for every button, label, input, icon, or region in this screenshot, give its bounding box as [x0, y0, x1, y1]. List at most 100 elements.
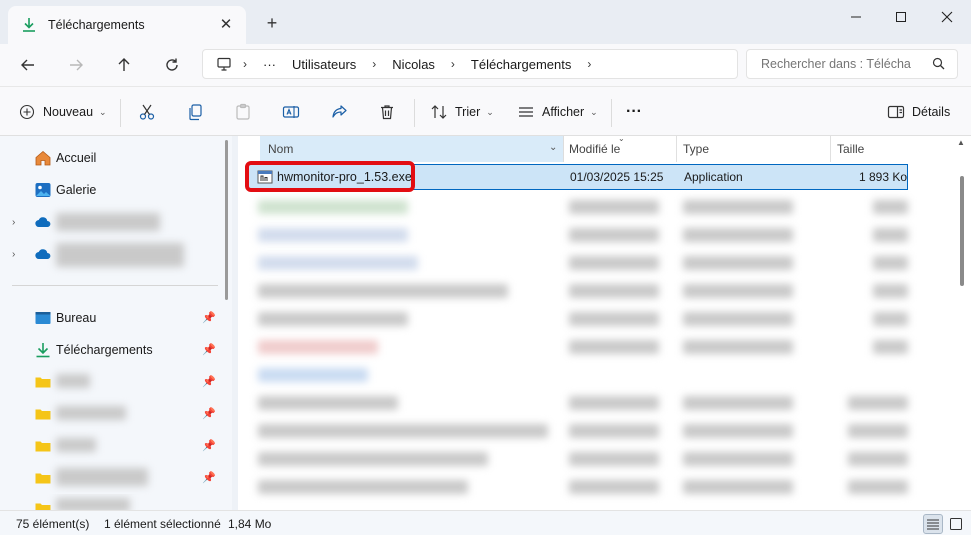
- sidebar-item-folder[interactable]: [0, 494, 218, 510]
- new-button[interactable]: Nouveau ⌄: [18, 99, 107, 125]
- sort-icon: [430, 103, 448, 121]
- arrow-right-icon: [70, 59, 83, 71]
- minimize-button[interactable]: [833, 4, 879, 30]
- new-tab-button[interactable]: +: [262, 13, 282, 33]
- chevron-right-icon[interactable]: ›: [372, 57, 376, 71]
- maximize-button[interactable]: [878, 4, 924, 30]
- blurred-name: [258, 312, 408, 326]
- chevron-right-icon[interactable]: ›: [451, 57, 455, 71]
- blurred-date: [569, 256, 659, 270]
- search-icon[interactable]: [932, 57, 945, 73]
- table-row[interactable]: [248, 334, 908, 360]
- back-button[interactable]: [12, 52, 44, 78]
- sort-button[interactable]: Trier ⌄: [430, 99, 494, 125]
- sidebar-item-label: Accueil: [56, 151, 97, 165]
- tiles-view-button[interactable]: [946, 514, 966, 534]
- more-options-button[interactable]: ···: [626, 99, 642, 125]
- breadcrumb-overflow[interactable]: ···: [263, 57, 276, 72]
- blurred-name: [258, 452, 488, 466]
- forward-button[interactable]: [60, 52, 92, 78]
- chevron-right-icon[interactable]: ›: [12, 217, 15, 228]
- chevron-right-icon[interactable]: ›: [243, 57, 247, 71]
- sidebar-item-downloads[interactable]: Téléchargements 📌: [0, 336, 218, 364]
- breadcrumb-users[interactable]: Utilisateurs: [292, 57, 356, 72]
- sidebar-scrollbar[interactable]: [225, 140, 228, 300]
- copy-button[interactable]: [186, 99, 204, 125]
- paste-button[interactable]: [234, 99, 252, 125]
- pin-icon[interactable]: 📌: [202, 471, 216, 484]
- column-modified[interactable]: Modifié le: [561, 136, 671, 162]
- up-button[interactable]: [108, 52, 140, 78]
- blurred-date: [569, 424, 659, 438]
- file-size: 1 893 Ko: [859, 170, 908, 184]
- blurred-name: [258, 284, 508, 298]
- blurred-type: [683, 312, 793, 326]
- sidebar-item-onedrive-2[interactable]: ›: [0, 240, 218, 268]
- pin-icon[interactable]: 📌: [202, 407, 216, 420]
- sidebar-item-folder[interactable]: 📌: [0, 464, 218, 492]
- paste-icon: [234, 103, 252, 121]
- details-button[interactable]: Détails: [887, 99, 950, 125]
- chevron-right-icon[interactable]: ›: [12, 249, 15, 260]
- sidebar-item-onedrive-1[interactable]: ›: [0, 208, 218, 236]
- column-name-label: Nom: [268, 142, 294, 156]
- sidebar-item-gallery[interactable]: Galerie: [0, 176, 218, 204]
- table-row[interactable]: [248, 306, 908, 332]
- scroll-up-icon[interactable]: ▲: [957, 138, 965, 147]
- sidebar-item-desktop[interactable]: Bureau 📌: [0, 304, 218, 332]
- table-row[interactable]: [248, 446, 908, 472]
- cut-button[interactable]: [138, 99, 156, 125]
- blurred-size: [873, 228, 908, 242]
- table-row[interactable]: [248, 222, 908, 248]
- sidebar-item-home[interactable]: Accueil: [0, 144, 218, 172]
- rename-button[interactable]: [282, 99, 300, 125]
- breadcrumb[interactable]: › ··· Utilisateurs › Nicolas › Télécharg…: [202, 49, 738, 79]
- trash-icon: [378, 103, 396, 121]
- file-list-scrollbar[interactable]: [960, 176, 964, 286]
- chevron-right-icon[interactable]: ›: [587, 57, 591, 71]
- group-header[interactable]: [248, 362, 908, 388]
- chevron-down-icon: ⌄: [590, 106, 598, 117]
- share-button[interactable]: [330, 99, 348, 125]
- table-row[interactable]: [248, 418, 908, 444]
- pin-icon[interactable]: 📌: [202, 311, 216, 324]
- pin-icon[interactable]: 📌: [202, 439, 216, 452]
- details-view-button[interactable]: [923, 514, 943, 534]
- close-window-button[interactable]: [924, 4, 970, 30]
- view-button[interactable]: Afficher ⌄: [517, 99, 598, 125]
- column-header: Nom ⌄ ⌄ Modifié le Type Taille ▲: [238, 134, 971, 162]
- sidebar-item-folder[interactable]: 📌: [0, 368, 218, 396]
- table-row[interactable]: [248, 474, 908, 500]
- column-name[interactable]: Nom: [260, 136, 564, 162]
- sidebar-item-folder[interactable]: 📌: [0, 432, 218, 460]
- sidebar-item-label: Téléchargements: [56, 343, 153, 357]
- delete-button[interactable]: [378, 99, 396, 125]
- folder-icon: [34, 499, 52, 510]
- blurred-size: [848, 480, 908, 494]
- pin-icon[interactable]: 📌: [202, 343, 216, 356]
- blurred-size: [848, 396, 908, 410]
- close-tab-button[interactable]: ✕: [218, 16, 234, 33]
- tiles-view-icon: [950, 518, 962, 530]
- blurred-size: [873, 200, 908, 214]
- blurred-name: [258, 480, 468, 494]
- new-label: Nouveau: [43, 105, 94, 119]
- search-input[interactable]: [761, 57, 921, 71]
- tab-downloads[interactable]: Téléchargements ✕: [8, 6, 246, 44]
- column-size[interactable]: Taille: [829, 136, 909, 162]
- file-modified: 01/03/2025 15:25: [570, 170, 664, 184]
- sidebar-item-folder[interactable]: 📌: [0, 400, 218, 428]
- breadcrumb-downloads[interactable]: Téléchargements: [471, 57, 571, 72]
- refresh-button[interactable]: [156, 52, 188, 78]
- table-row[interactable]: [248, 250, 908, 276]
- table-row[interactable]: [248, 278, 908, 304]
- chevron-down-icon[interactable]: ⌄: [549, 142, 557, 153]
- computer-icon[interactable]: [215, 55, 233, 73]
- table-row[interactable]: [248, 194, 908, 220]
- table-row[interactable]: [248, 390, 908, 416]
- search-box[interactable]: [746, 49, 958, 79]
- breadcrumb-nicolas[interactable]: Nicolas: [392, 57, 435, 72]
- pin-icon[interactable]: 📌: [202, 375, 216, 388]
- column-type[interactable]: Type: [675, 136, 825, 162]
- rename-icon: [282, 103, 300, 121]
